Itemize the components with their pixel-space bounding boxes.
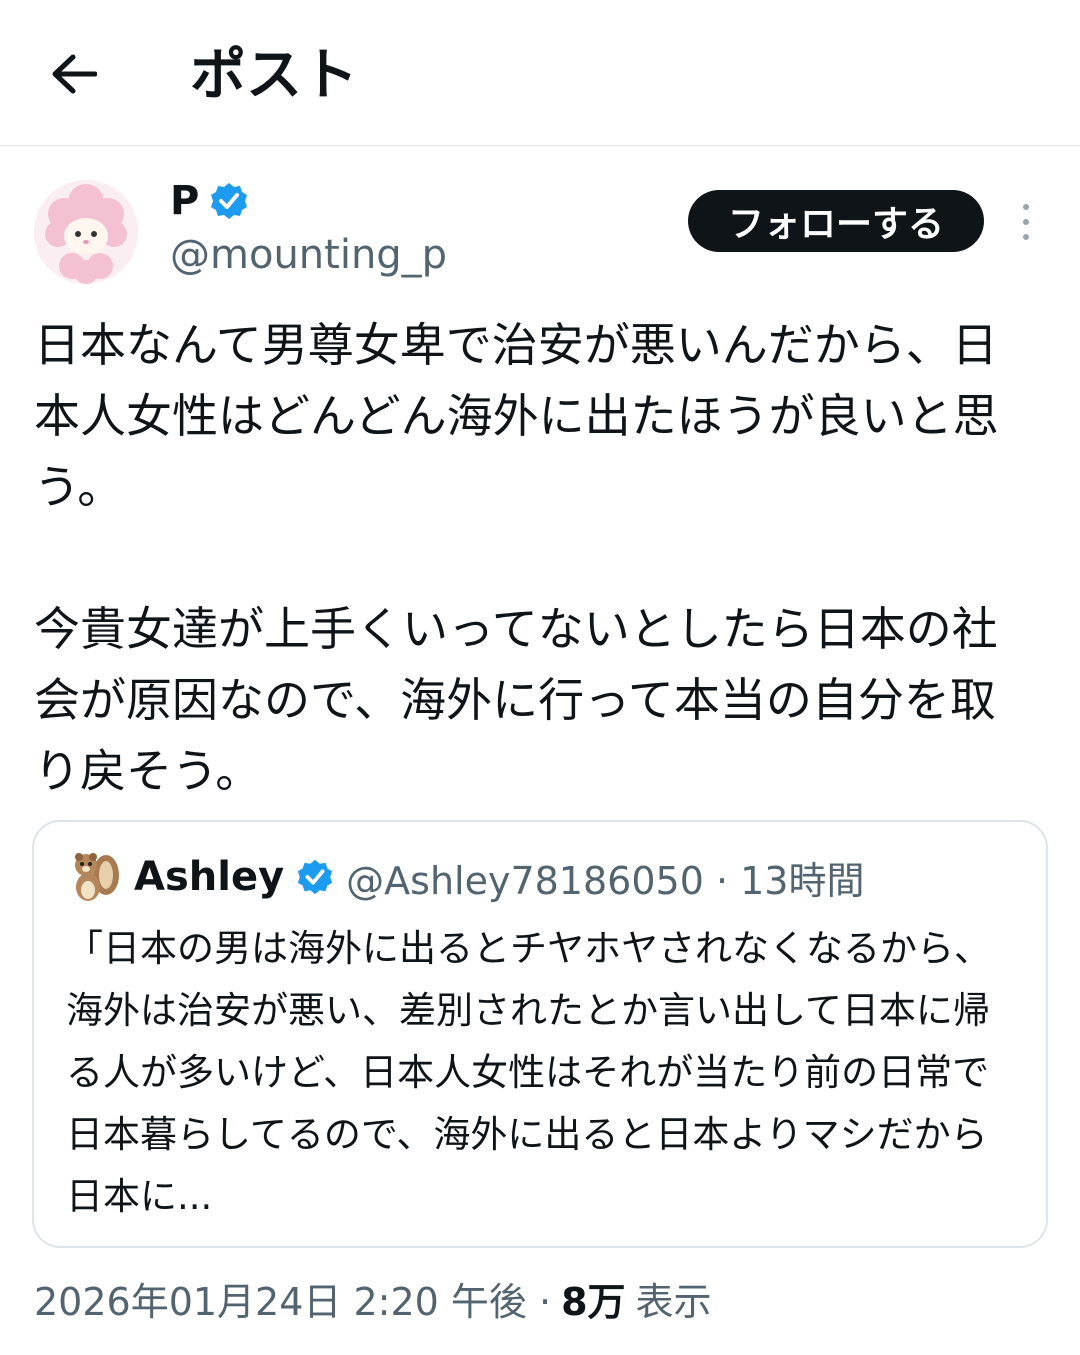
pink-sheep-character-avatar: [34, 180, 138, 284]
more-options-button[interactable]: [1010, 200, 1042, 244]
more-vertical-icon: [1023, 204, 1029, 210]
squirrel-avatar: [75, 853, 119, 901]
author-avatar[interactable]: [34, 180, 138, 284]
follow-button[interactable]: フォローする: [688, 190, 984, 252]
quoted-author-handle-and-time: @Ashley78186050 · 13時間: [346, 858, 865, 903]
post-meta: 2026年01月24日 2:20 午後 · 8万 表示: [34, 1270, 712, 1326]
back-button[interactable]: [48, 52, 100, 96]
views-label: 表示: [635, 1279, 712, 1324]
page-title: ポスト: [190, 43, 358, 108]
quoted-post-text: 「日本の男は海外に出るとチヤホヤされなくなるから、海外は治安が悪い、差別されたと…: [66, 927, 991, 1218]
quoted-post-card[interactable]: Ashley @Ashley78186050 · 13時間 「日本の男は海外に出…: [32, 820, 1048, 1248]
author-name-row: P: [170, 176, 249, 226]
verified-badge-icon: [211, 183, 248, 219]
author-display-name[interactable]: P: [170, 177, 199, 225]
author-handle[interactable]: @mounting_p: [170, 230, 447, 280]
verified-badge-icon: [298, 859, 333, 895]
tweet-text: 日本なんて男尊女卑で治安が悪いんだから、日本人女性はどんどん海外に出たほうが良い…: [34, 318, 999, 798]
arrow-left-icon: [52, 54, 97, 94]
top-bar: ポスト: [0, 0, 1080, 146]
more-vertical-icon: [1023, 219, 1029, 225]
views-count: 8万: [561, 1279, 626, 1324]
quoted-post-header: Ashley @Ashley78186050 · 13時間: [66, 846, 864, 908]
more-vertical-icon: [1023, 234, 1029, 240]
post-timestamp[interactable]: 2026年01月24日 2:20 午後 ·: [34, 1271, 551, 1326]
quoted-author-name: Ashley: [134, 854, 285, 900]
